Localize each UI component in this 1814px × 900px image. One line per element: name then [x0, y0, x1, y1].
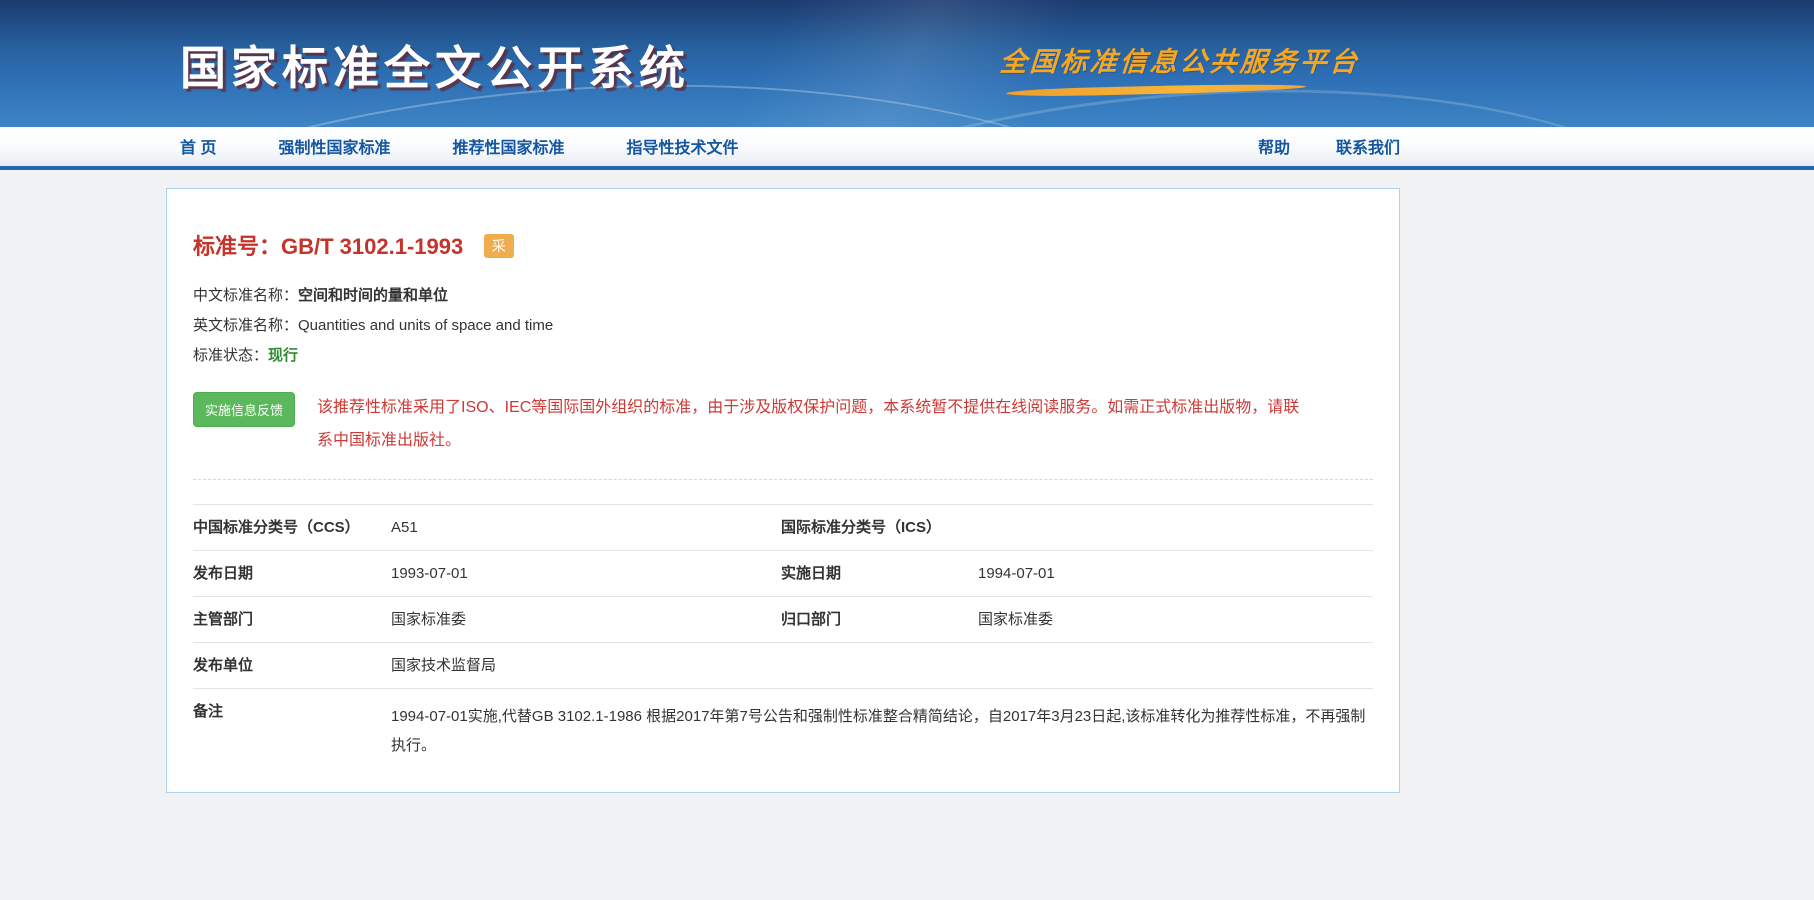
- publish-date-value: 1993-07-01: [391, 565, 468, 582]
- competent-dept-label: 主管部门: [193, 611, 254, 628]
- nav-mandatory-standards[interactable]: 强制性国家标准: [268, 127, 400, 170]
- table-row: 中国标准分类号（CCS） A51 国际标准分类号（ICS）: [193, 504, 1373, 550]
- centralized-dept-value: 国家标准委: [978, 611, 1054, 628]
- cn-name-label: 中文标准名称：: [193, 287, 299, 304]
- nav-contact[interactable]: 联系我们: [1336, 127, 1400, 170]
- publish-org-label: 发布单位: [193, 657, 254, 674]
- en-name-label: 英文标准名称：: [193, 317, 299, 334]
- ics-label: 国际标准分类号（ICS）: [781, 519, 942, 536]
- feedback-button[interactable]: 实施信息反馈: [193, 392, 296, 427]
- status-badge: 现行: [268, 347, 299, 364]
- cn-name-value: 空间和时间的量和单位: [298, 287, 449, 304]
- remarks-label: 备注: [193, 703, 224, 720]
- en-name-row: 英文标准名称：Quantities and units of space and…: [193, 317, 1373, 335]
- ccs-label: 中国标准分类号（CCS）: [193, 519, 360, 536]
- cn-name-row: 中文标准名称：空间和时间的量和单位: [193, 287, 1373, 305]
- status-label: 标准状态：: [193, 347, 269, 364]
- notice-row: 实施信息反馈 该推荐性标准采用了ISO、IEC等国际国外组织的标准，由于涉及版权…: [193, 391, 1313, 457]
- main-nav: 首 页 强制性国家标准 推荐性国家标准 指导性技术文件 帮助 联系我们: [0, 127, 1814, 170]
- copyright-notice: 该推荐性标准采用了ISO、IEC等国际国外组织的标准，由于涉及版权保护问题，本系…: [317, 399, 1300, 449]
- table-row: 发布单位 国家技术监督局: [193, 642, 1373, 688]
- competent-dept-value: 国家标准委: [391, 611, 467, 628]
- standard-no-row: 标准号：GB/T 3102.1-1993 采: [193, 229, 1373, 261]
- nav-guiding-documents[interactable]: 指导性技术文件: [616, 127, 748, 170]
- platform-name: 全国标准信息公共服务平台: [998, 47, 1361, 77]
- nav-recommended-standards[interactable]: 推荐性国家标准: [442, 127, 574, 170]
- implement-date-label: 实施日期: [781, 565, 842, 582]
- table-row: 备注 1994-07-01实施,代替GB 3102.1-1986 根据2017年…: [193, 688, 1373, 776]
- nav-help[interactable]: 帮助: [1258, 127, 1290, 170]
- content: 标准号：GB/T 3102.1-1993 采 中文标准名称：空间和时间的量和单位…: [0, 170, 1814, 793]
- ccs-value: A51: [391, 519, 418, 536]
- centralized-dept-label: 归口部门: [781, 611, 842, 628]
- table-row: 发布日期 1993-07-01 实施日期 1994-07-01: [193, 550, 1373, 596]
- standard-no: GB/T 3102.1-1993: [281, 234, 464, 259]
- nav-home[interactable]: 首 页: [166, 127, 226, 170]
- table-row: 主管部门 国家标准委 归口部门 国家标准委: [193, 596, 1373, 642]
- platform-brand: 全国标准信息公共服务平台: [998, 40, 1361, 98]
- publish-org-value: 国家技术监督局: [391, 657, 497, 674]
- status-row: 标准状态：现行: [193, 347, 1373, 365]
- publish-date-label: 发布日期: [193, 565, 254, 582]
- nav-left-group: 首 页 强制性国家标准 推荐性国家标准 指导性技术文件: [166, 127, 791, 170]
- site-header: 国家标准全文公开系统 全国标准信息公共服务平台: [0, 0, 1814, 127]
- standard-detail-card: 标准号：GB/T 3102.1-1993 采 中文标准名称：空间和时间的量和单位…: [166, 188, 1400, 793]
- adopted-badge: 采: [483, 234, 514, 258]
- site-title: 国家标准全文公开系统: [180, 42, 690, 94]
- standard-no-label: 标准号：: [193, 234, 282, 259]
- detail-table: 中国标准分类号（CCS） A51 国际标准分类号（ICS） 发布日期 1993-…: [193, 504, 1373, 776]
- dashed-divider: [193, 479, 1373, 480]
- implement-date-value: 1994-07-01: [978, 565, 1055, 582]
- brush-underline-decoration: [1005, 82, 1307, 98]
- remarks-value: 1994-07-01实施,代替GB 3102.1-1986 根据2017年第7号…: [391, 708, 1366, 754]
- en-name-value: Quantities and units of space and time: [298, 317, 554, 334]
- nav-right-group: 帮助 联系我们: [1212, 127, 1400, 170]
